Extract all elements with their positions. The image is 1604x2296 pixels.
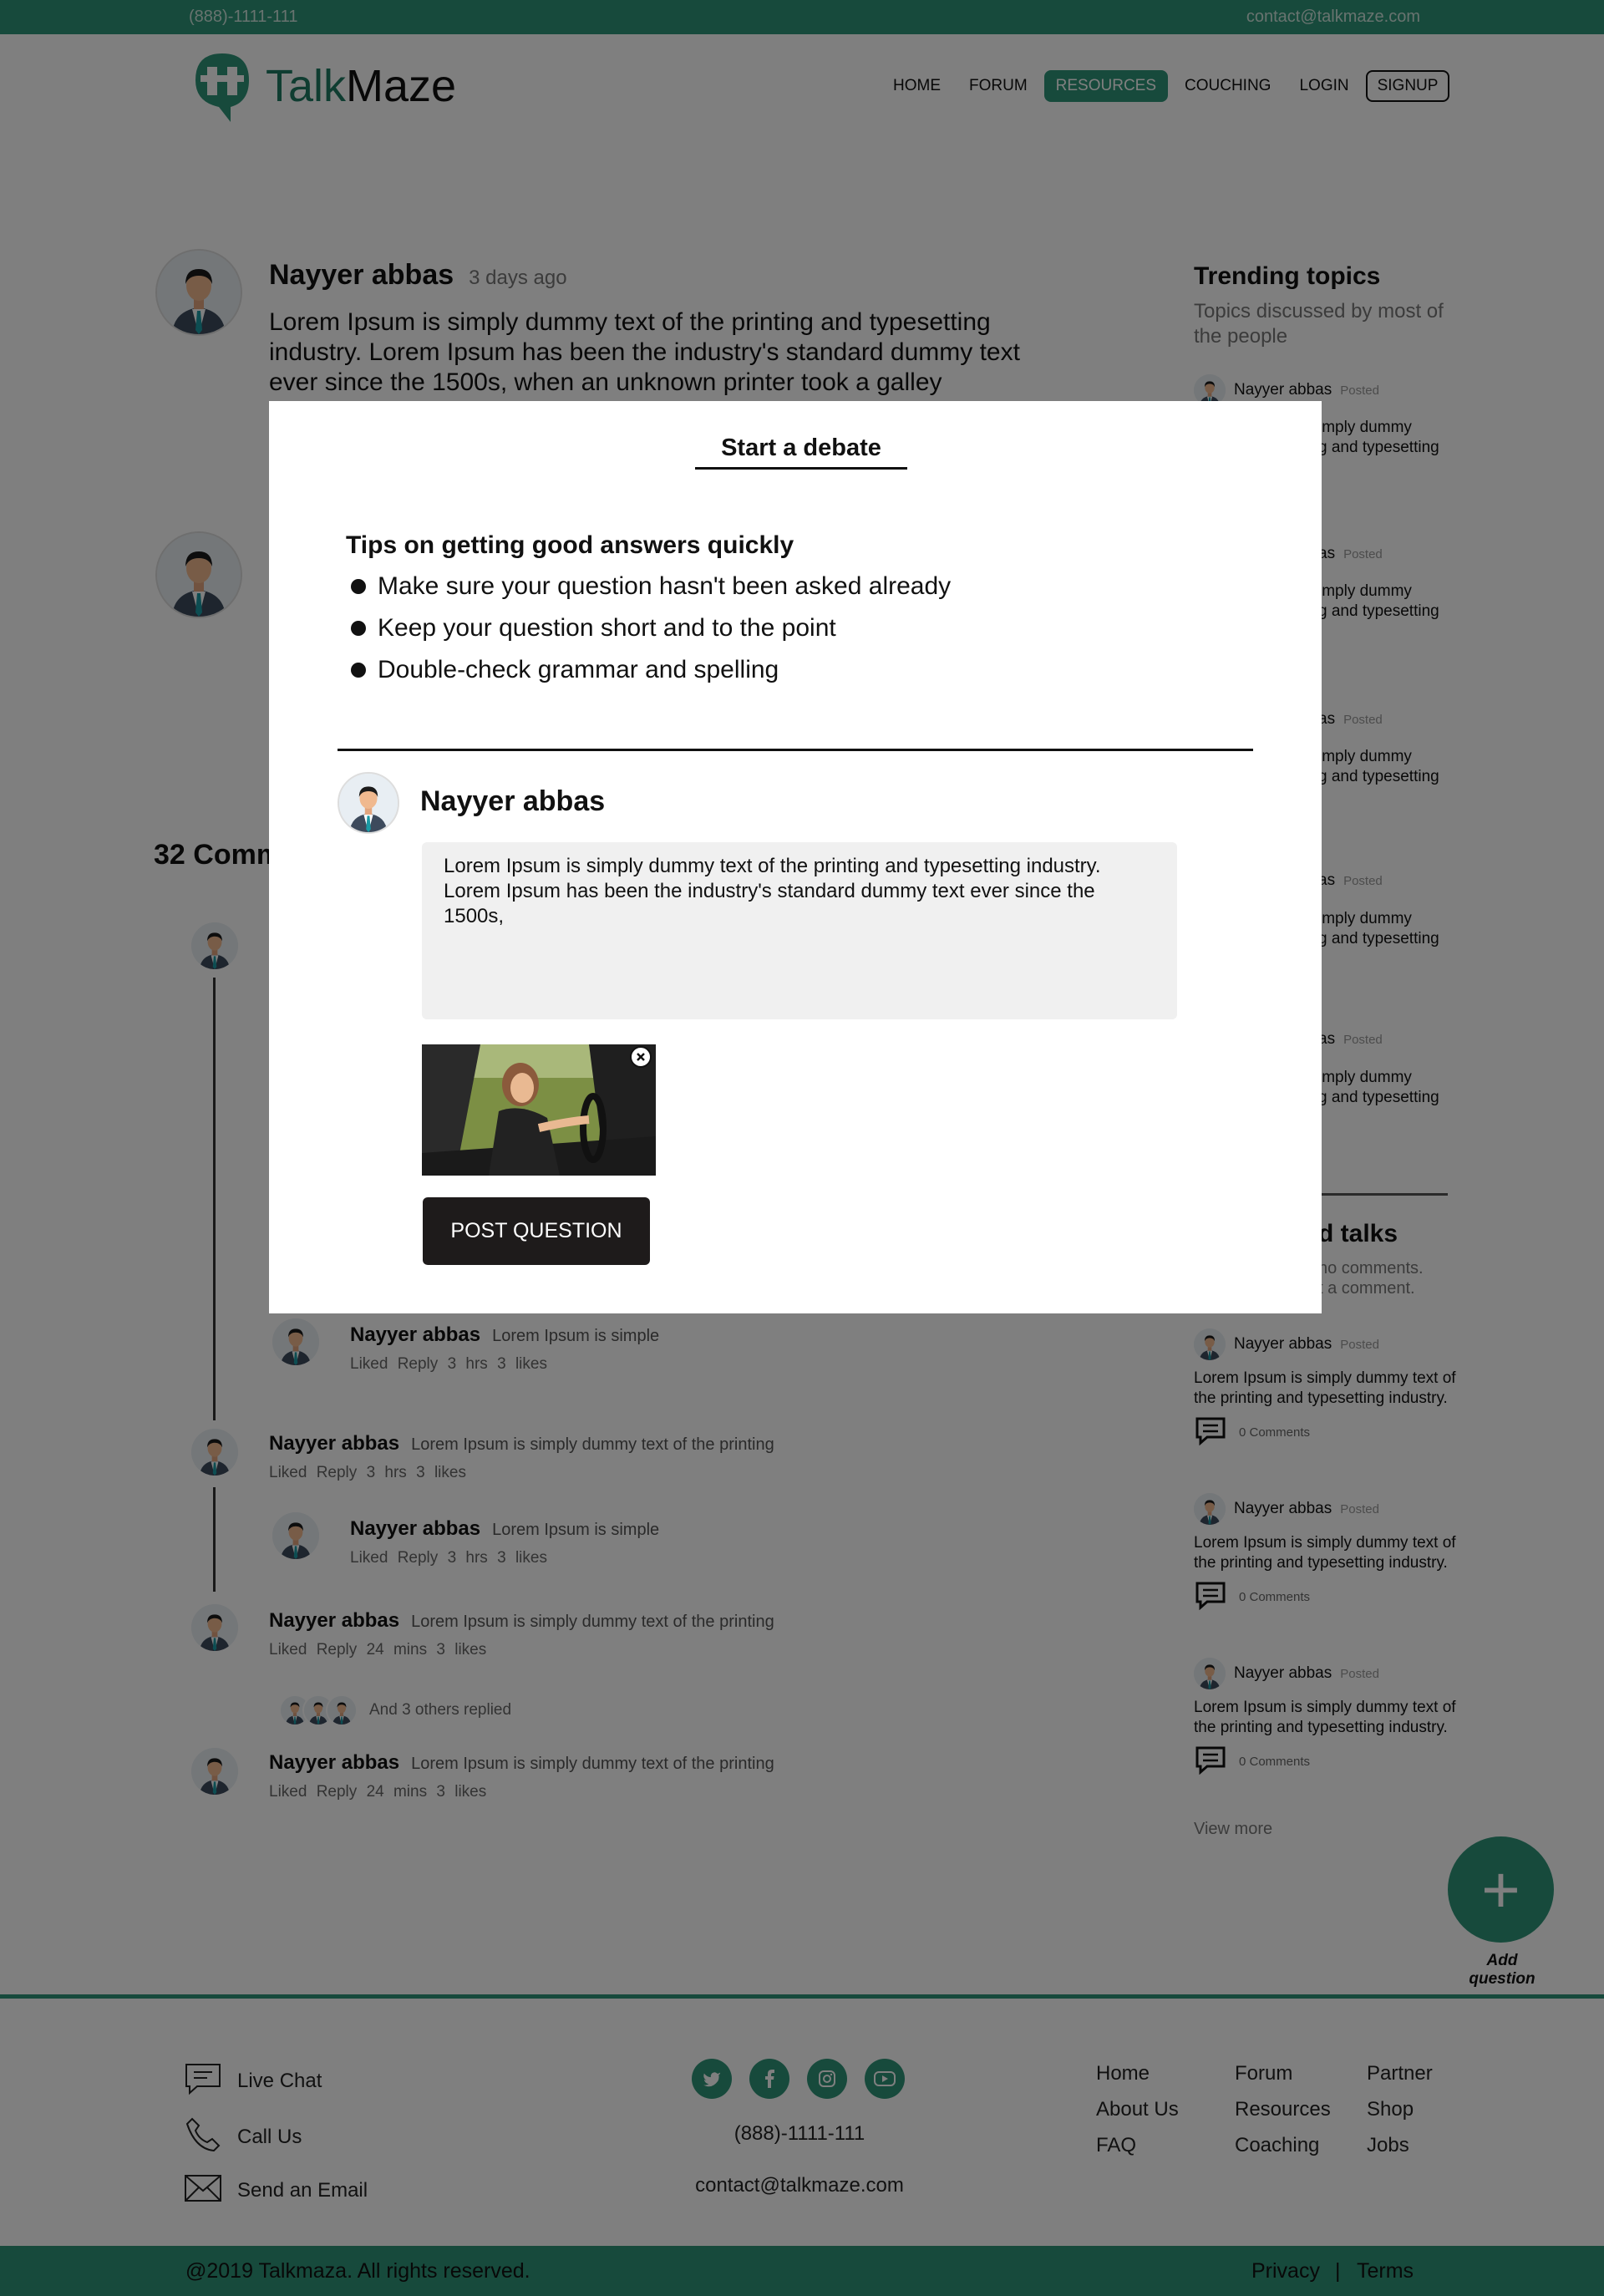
attached-image [422,1044,656,1176]
tip-item: Make sure your question hasn't been aske… [351,572,951,601]
question-textarea[interactable]: Lorem Ipsum is simply dummy text of the … [422,842,1177,1019]
bullet [351,663,366,678]
modal-author-avatar [338,772,399,834]
tip-item: Keep your question short and to the poin… [351,614,836,643]
modal-author-name: Nayyer abbas [420,785,606,817]
start-debate-modal: Start a debate Tips on getting good answ… [269,401,1322,1313]
tip-item: Double-check grammar and spelling [351,656,779,684]
modal-divider [338,749,1253,751]
remove-image-icon[interactable] [630,1046,652,1068]
bullet [351,579,366,594]
post-question-button[interactable]: POST QUESTION [423,1197,650,1265]
tips-title: Tips on getting good answers quickly [346,531,794,559]
bullet [351,621,366,636]
modal-title: Start a debate [695,434,907,470]
